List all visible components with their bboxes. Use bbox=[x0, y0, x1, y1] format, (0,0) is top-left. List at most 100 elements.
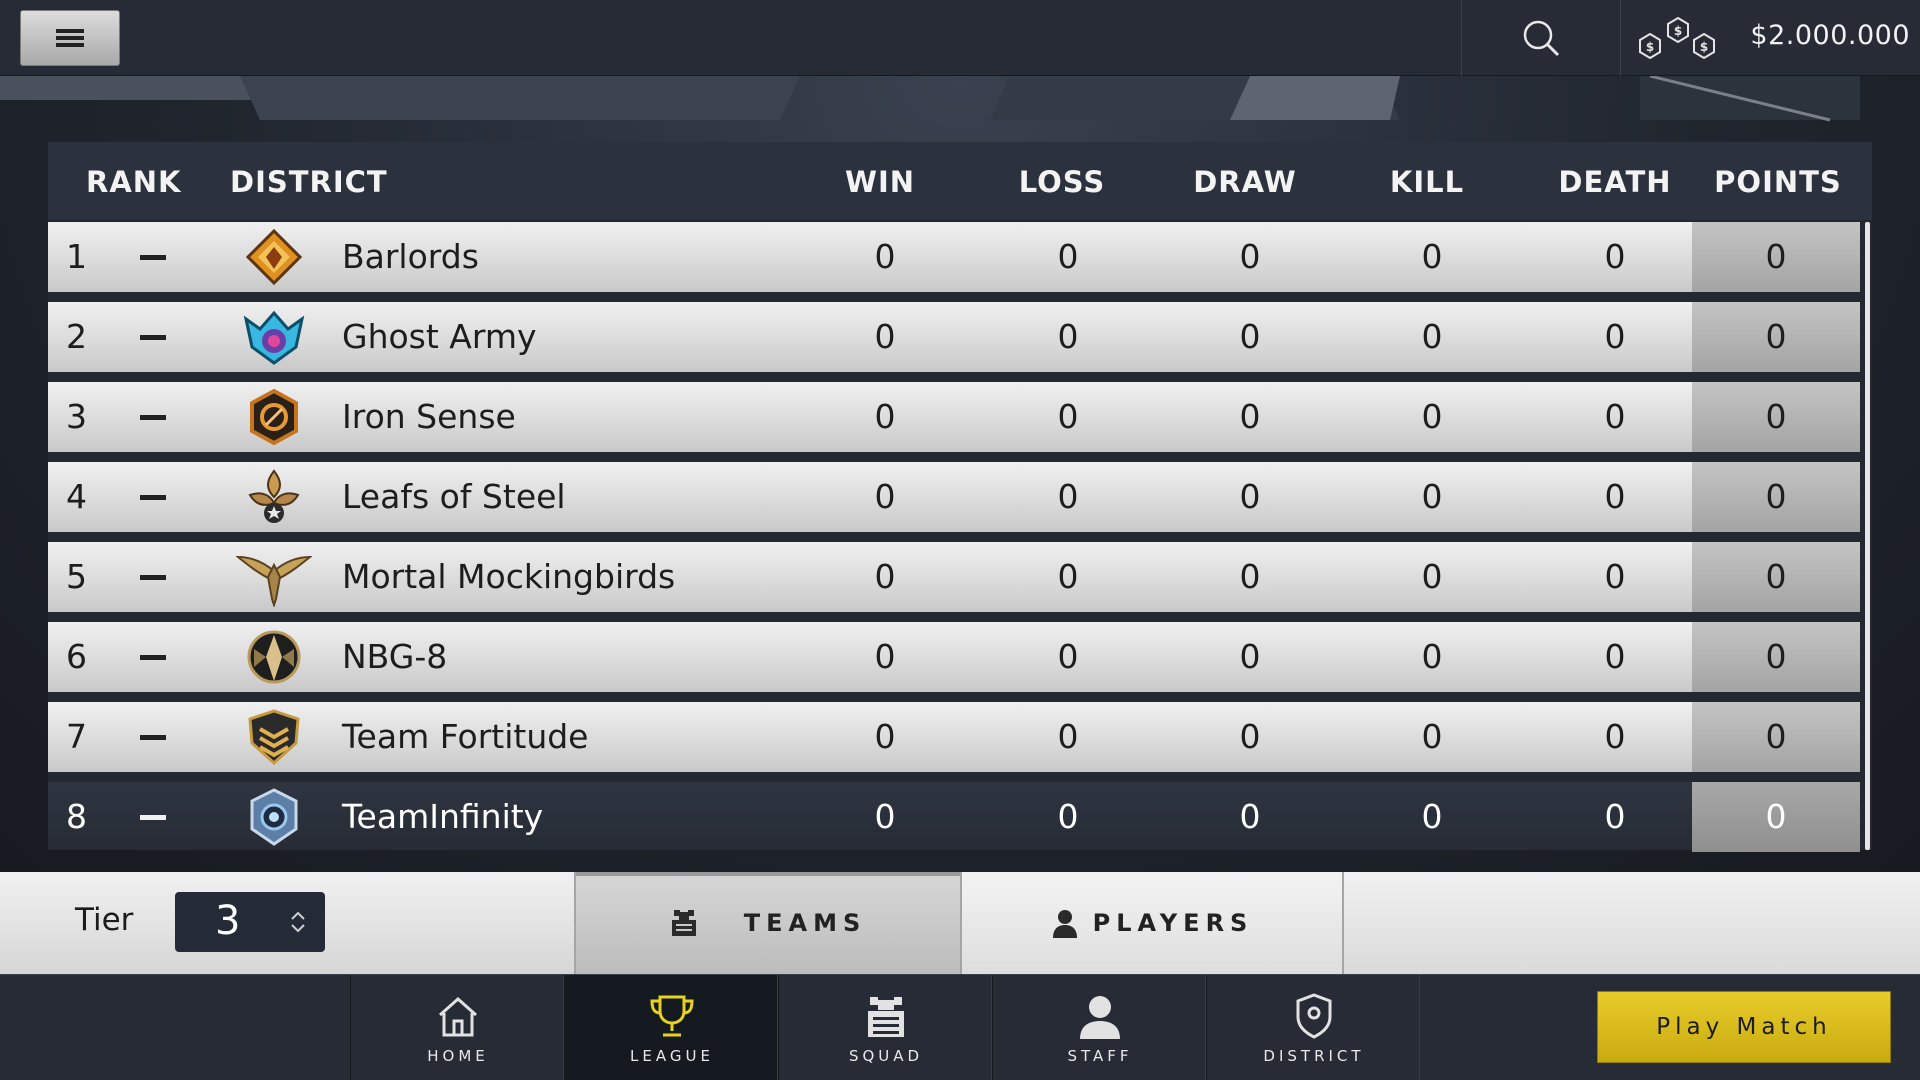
win-cell: 0 bbox=[874, 397, 896, 436]
tab-empty-slot bbox=[1344, 872, 1920, 974]
money-balance: $2.000.000 bbox=[1750, 20, 1910, 51]
tab-teams[interactable]: TEAMS bbox=[576, 872, 960, 974]
column-header-district: DISTRICT bbox=[230, 165, 388, 199]
nav-squad-label: SQUAD bbox=[848, 1047, 924, 1065]
teams-icon bbox=[671, 910, 696, 936]
trend-dash-icon bbox=[140, 255, 166, 260]
loss-cell: 0 bbox=[1057, 557, 1079, 596]
trend-dash-icon bbox=[140, 335, 166, 340]
loss-cell: 0 bbox=[1057, 237, 1079, 276]
table-row[interactable]: 2 Ghost Army 0 0 0 0 0 0 bbox=[48, 302, 1860, 372]
points-cell: 0 bbox=[1765, 557, 1787, 596]
team-name: TeamInfinity bbox=[342, 797, 544, 836]
win-cell: 0 bbox=[874, 237, 896, 276]
top-bar: $ $ $ $2.000.000 bbox=[0, 0, 1920, 76]
win-cell: 0 bbox=[874, 637, 896, 676]
table-header: RANK DISTRICT WIN LOSS DRAW KILL DEATH P… bbox=[48, 142, 1872, 220]
person-icon bbox=[1052, 910, 1077, 938]
points-cell: 0 bbox=[1765, 717, 1787, 756]
svg-text:$: $ bbox=[1674, 24, 1682, 38]
column-header-loss: LOSS bbox=[1018, 165, 1106, 199]
points-cell: 0 bbox=[1765, 477, 1787, 516]
loss-cell: 0 bbox=[1057, 317, 1079, 356]
ghost-army-emblem-icon bbox=[243, 310, 305, 365]
scene-decoration bbox=[0, 76, 1860, 122]
loss-cell: 0 bbox=[1057, 397, 1079, 436]
loss-cell: 0 bbox=[1057, 717, 1079, 756]
bottom-navigation: HOME LEAGUE SQUAD STAFF DISTRICT Play Ma… bbox=[0, 974, 1920, 1080]
kill-cell: 0 bbox=[1421, 237, 1443, 276]
nav-home[interactable]: HOME bbox=[350, 975, 564, 1080]
search-button[interactable] bbox=[1462, 0, 1620, 76]
play-match-button[interactable]: Play Match bbox=[1597, 991, 1891, 1063]
home-icon bbox=[439, 996, 477, 1037]
team-name: Iron Sense bbox=[342, 397, 516, 436]
kill-cell: 0 bbox=[1421, 477, 1443, 516]
table-row[interactable]: 1 Barlords 0 0 0 0 0 0 bbox=[48, 222, 1860, 292]
barlords-emblem-icon bbox=[245, 228, 303, 286]
rank-cell: 3 bbox=[66, 397, 87, 436]
nav-staff[interactable]: STAFF bbox=[992, 975, 1206, 1080]
points-cell: 0 bbox=[1765, 237, 1787, 276]
trend-dash-icon bbox=[140, 575, 166, 580]
rank-cell: 2 bbox=[66, 317, 87, 356]
draw-cell: 0 bbox=[1239, 317, 1261, 356]
team-name: Leafs of Steel bbox=[342, 477, 566, 516]
death-cell: 0 bbox=[1604, 477, 1626, 516]
kill-cell: 0 bbox=[1421, 717, 1443, 756]
nav-district-label: DISTRICT bbox=[1263, 1047, 1365, 1065]
menu-button[interactable] bbox=[20, 10, 120, 66]
tab-players-label: PLAYERS bbox=[1092, 909, 1254, 937]
nav-district[interactable]: DISTRICT bbox=[1206, 975, 1420, 1080]
mortal-mockingbirds-emblem-icon bbox=[236, 555, 312, 607]
trend-dash-icon bbox=[140, 735, 166, 740]
table-row[interactable]: 5 Mortal Mockingbirds 0 0 0 0 0 0 bbox=[48, 542, 1860, 612]
tier-select[interactable]: 3 bbox=[175, 892, 325, 952]
hamburger-icon bbox=[56, 29, 84, 47]
table-row[interactable]: 4 Leafs of Steel 0 0 0 0 0 0 bbox=[48, 462, 1860, 532]
column-header-kill: KILL bbox=[1389, 165, 1465, 199]
draw-cell: 0 bbox=[1239, 637, 1261, 676]
table-scrollbar[interactable] bbox=[1865, 222, 1870, 850]
up-down-chevron-icon bbox=[291, 911, 305, 933]
nav-staff-label: STAFF bbox=[1067, 1047, 1133, 1065]
search-icon bbox=[1523, 20, 1560, 57]
filter-bar: Tier 3 TEAMS PLAYERS bbox=[0, 872, 1920, 974]
points-box: 0 bbox=[1692, 302, 1860, 372]
death-cell: 0 bbox=[1604, 317, 1626, 356]
iron-sense-emblem-icon bbox=[250, 388, 298, 446]
column-header-rank: RANK bbox=[86, 165, 182, 199]
points-cell: 0 bbox=[1765, 397, 1787, 436]
nav-league[interactable]: LEAGUE bbox=[564, 975, 778, 1080]
death-cell: 0 bbox=[1604, 237, 1626, 276]
death-cell: 0 bbox=[1604, 397, 1626, 436]
tab-teams-label: TEAMS bbox=[743, 909, 867, 937]
table-row[interactable]: 7 Team Fortitude 0 0 0 0 0 0 bbox=[48, 702, 1860, 772]
team-name: Team Fortitude bbox=[342, 717, 589, 756]
svg-text:$: $ bbox=[1700, 40, 1708, 54]
tier-label: Tier bbox=[75, 902, 134, 938]
team-name: Barlords bbox=[342, 237, 479, 276]
kill-cell: 0 bbox=[1421, 557, 1443, 596]
table-row[interactable]: 6 NBG-8 0 0 0 0 0 0 bbox=[48, 622, 1860, 692]
team-fortitude-emblem-icon bbox=[248, 709, 300, 766]
death-cell: 0 bbox=[1604, 717, 1626, 756]
kill-cell: 0 bbox=[1421, 317, 1443, 356]
table-row-selected[interactable]: 8 TeamInfinity 0 0 0 0 0 0 bbox=[48, 782, 1860, 852]
trend-dash-icon bbox=[140, 815, 166, 820]
column-header-death: DEATH bbox=[1558, 165, 1672, 199]
points-box: 0 bbox=[1692, 222, 1860, 292]
loss-cell: 0 bbox=[1057, 797, 1079, 836]
column-header-draw: DRAW bbox=[1193, 165, 1297, 199]
staff-icon bbox=[1080, 996, 1120, 1039]
tab-players[interactable]: PLAYERS bbox=[962, 872, 1342, 974]
nav-squad[interactable]: SQUAD bbox=[778, 975, 992, 1080]
column-header-points: POINTS bbox=[1714, 165, 1842, 199]
coins-icon: $ $ $ bbox=[1639, 16, 1715, 60]
win-cell: 0 bbox=[874, 477, 896, 516]
draw-cell: 0 bbox=[1239, 717, 1261, 756]
win-cell: 0 bbox=[874, 797, 896, 836]
table-row[interactable]: 3 Iron Sense 0 0 0 0 0 0 bbox=[48, 382, 1860, 452]
death-cell: 0 bbox=[1604, 557, 1626, 596]
svg-text:$: $ bbox=[1646, 40, 1654, 54]
